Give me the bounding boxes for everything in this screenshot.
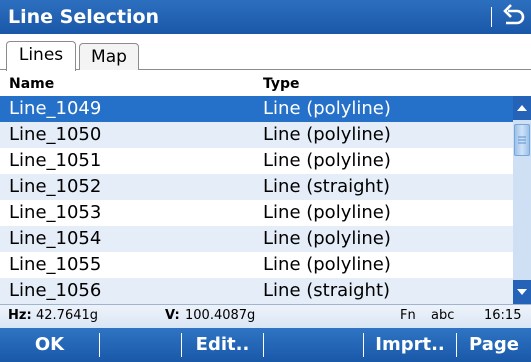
edit-button[interactable]: Edit.. — [182, 328, 263, 362]
window-title: Line Selection — [8, 6, 160, 28]
clock: 16:15 — [484, 308, 522, 323]
row-name: Line_1054 — [9, 228, 102, 249]
column-header-name[interactable]: Name — [9, 72, 54, 96]
page-button[interactable]: Page — [457, 328, 531, 362]
table-row[interactable]: Line_1050 Line (polyline) — [0, 122, 513, 148]
scroll-thumb[interactable] — [514, 124, 530, 156]
table-row[interactable]: Line_1054 Line (polyline) — [0, 226, 513, 252]
tab-strip: Lines Map — [0, 34, 531, 71]
row-type: Line (polyline) — [263, 124, 391, 145]
softkey-bar: OK Edit.. Imprt.. Page — [0, 328, 531, 362]
hz-label: Hz: — [8, 308, 32, 323]
import-button[interactable]: Imprt.. — [364, 328, 456, 362]
chevron-down-icon — [517, 289, 527, 295]
row-name: Line_1055 — [9, 254, 102, 275]
row-type: Line (polyline) — [263, 202, 391, 223]
back-arrow-icon[interactable] — [496, 2, 530, 32]
chevron-up-icon — [517, 105, 527, 111]
row-type: Line (polyline) — [263, 254, 391, 275]
row-name: Line_1051 — [9, 150, 102, 171]
table-row[interactable]: Line_1056 Line (straight) — [0, 278, 513, 304]
input-mode-indicator: abc — [431, 308, 455, 323]
row-type: Line (polyline) — [263, 150, 391, 171]
v-label: V: — [165, 308, 180, 323]
softkey-f4[interactable] — [264, 328, 363, 362]
row-name: Line_1050 — [9, 124, 102, 145]
column-header-type[interactable]: Type — [263, 72, 300, 96]
tab-lines[interactable]: Lines — [6, 41, 76, 71]
row-name: Line_1052 — [9, 176, 102, 197]
table-row[interactable]: Line_1055 Line (polyline) — [0, 252, 513, 278]
fn-indicator: Fn — [400, 308, 416, 323]
scroll-up-button[interactable] — [513, 96, 531, 120]
softkey-f2[interactable] — [100, 328, 181, 362]
row-type: Line (polyline) — [263, 98, 391, 119]
grip-icon — [518, 136, 526, 144]
hz-value: 42.7641g — [36, 308, 99, 323]
row-name: Line_1053 — [9, 202, 102, 223]
table-row[interactable]: Line_1049 Line (polyline) — [0, 96, 513, 122]
v-value: 100.4087g — [185, 308, 256, 323]
table-row[interactable]: Line_1051 Line (polyline) — [0, 148, 513, 174]
row-type: Line (polyline) — [263, 228, 391, 249]
row-type: Line (straight) — [263, 176, 391, 197]
title-bar: Line Selection — [0, 0, 531, 34]
ok-button[interactable]: OK — [0, 328, 99, 362]
row-name: Line_1049 — [9, 98, 102, 119]
status-bar: Hz: 42.7641g V: 100.4087g Fn abc 16:15 — [0, 304, 531, 328]
title-separator — [491, 7, 492, 27]
table-row[interactable]: Line_1053 Line (polyline) — [0, 200, 513, 226]
line-list[interactable]: Line_1049 Line (polyline) Line_1050 Line… — [0, 96, 513, 304]
column-header: Name Type — [0, 72, 531, 96]
row-type: Line (straight) — [263, 280, 391, 301]
tab-map[interactable]: Map — [79, 43, 139, 70]
table-row[interactable]: Line_1052 Line (straight) — [0, 174, 513, 200]
row-name: Line_1056 — [9, 280, 102, 301]
vertical-scrollbar[interactable] — [513, 96, 531, 304]
scroll-down-button[interactable] — [513, 280, 531, 304]
